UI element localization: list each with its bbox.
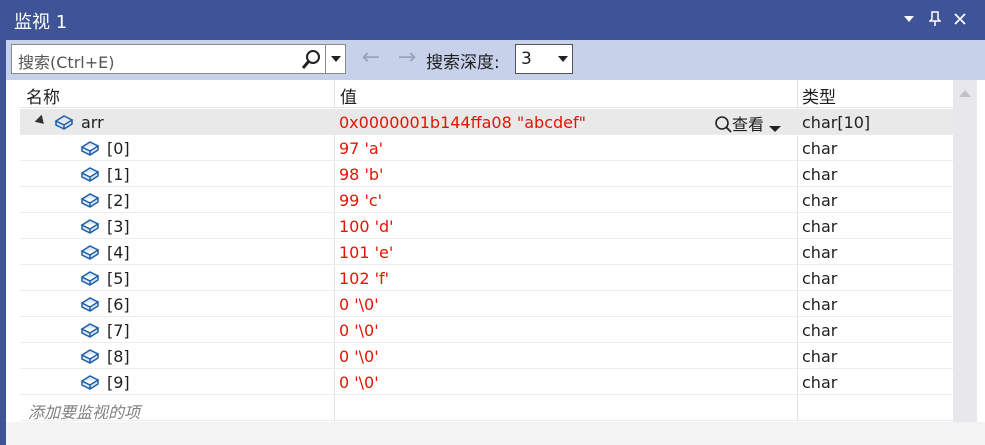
watch-type: char: [802, 269, 838, 288]
watch-name: [8]: [107, 347, 130, 366]
watch-name: [1]: [107, 165, 130, 184]
variable-icon: [80, 190, 100, 210]
add-watch-row[interactable]: 添加要监视的项: [20, 395, 953, 423]
search-depth-value: 3: [521, 49, 532, 69]
watch-grid: 名称 值 类型 arr 0x0000001b144ffa08 "abcdef" …: [20, 80, 953, 422]
watch-row-item[interactable]: [4] 101 'e' char: [20, 239, 953, 265]
variable-icon: [54, 112, 74, 132]
watch-type: char: [802, 191, 838, 210]
watch-type: char: [802, 217, 838, 236]
watch-type: char[10]: [802, 113, 871, 132]
watch-type: char: [802, 373, 838, 392]
search-box[interactable]: 搜索(Ctrl+E): [11, 44, 346, 74]
watch-name: [5]: [107, 269, 130, 288]
window-title: 监视 1: [14, 12, 68, 33]
add-watch-placeholder[interactable]: 添加要监视的项: [28, 399, 140, 423]
watch-value[interactable]: 102 'f': [339, 269, 389, 288]
watch-value[interactable]: 99 'c': [339, 191, 382, 210]
watch-name: [4]: [107, 243, 130, 262]
watch-type: char: [802, 321, 838, 340]
search-options-dropdown[interactable]: [325, 45, 345, 73]
grid-header: 名称 值 类型: [20, 80, 953, 108]
search-depth-label: 搜索深度:: [426, 53, 500, 73]
variable-icon: [80, 138, 100, 158]
watch-value[interactable]: 97 'a': [339, 139, 383, 158]
watch-value[interactable]: 0 '\0': [339, 347, 379, 366]
column-header-name[interactable]: 名称: [26, 83, 60, 108]
expand-collapse-icon[interactable]: [34, 114, 48, 128]
title-bar[interactable]: 监视 1: [6, 0, 985, 40]
watch-type: char: [802, 243, 838, 262]
watch-row-item[interactable]: [7] 0 '\0' char: [20, 317, 953, 343]
watch-type: char: [802, 347, 838, 366]
variable-icon: [80, 242, 100, 262]
viewer-button[interactable]: 查看: [714, 111, 782, 135]
forward-arrow-icon[interactable]: →: [394, 47, 420, 71]
viewer-label: 查看: [732, 115, 765, 134]
magnifier-icon: [715, 116, 732, 133]
watch-value[interactable]: 0 '\0': [339, 321, 379, 340]
column-header-type[interactable]: 类型: [802, 83, 836, 108]
search-icon[interactable]: [300, 49, 322, 71]
watch-type: char: [802, 295, 838, 314]
watch-window: 监视 1 搜索(Ctrl+E) ← → 搜索深度: 3 名称 值 类型 arr …: [0, 0, 985, 445]
chevron-down-icon: [558, 56, 568, 62]
watch-value[interactable]: 101 'e': [339, 243, 393, 262]
variable-icon: [80, 164, 100, 184]
watch-name: [9]: [107, 373, 130, 392]
variable-icon: [80, 372, 100, 392]
watch-row-item[interactable]: [1] 98 'b' char: [20, 161, 953, 187]
variable-icon: [80, 294, 100, 314]
chevron-down-icon: [769, 126, 782, 132]
watch-row-item[interactable]: [2] 99 'c' char: [20, 187, 953, 213]
watch-row-item[interactable]: [6] 0 '\0' char: [20, 291, 953, 317]
watch-value[interactable]: 0x0000001b144ffa08 "abcdef": [339, 113, 586, 132]
watch-name: [0]: [107, 139, 130, 158]
search-input[interactable]: 搜索(Ctrl+E): [18, 49, 298, 73]
watch-name: [7]: [107, 321, 130, 340]
watch-row-arr[interactable]: arr 0x0000001b144ffa08 "abcdef" 查看 char[…: [20, 109, 953, 135]
watch-toolbar: 搜索(Ctrl+E) ← → 搜索深度: 3: [6, 40, 985, 80]
watch-row-item[interactable]: [0] 97 'a' char: [20, 135, 953, 161]
watch-row-item[interactable]: [8] 0 '\0' char: [20, 343, 953, 369]
variable-icon: [80, 346, 100, 366]
watch-type: char: [802, 139, 838, 158]
column-header-value[interactable]: 值: [340, 83, 357, 108]
watch-value[interactable]: 100 'd': [339, 217, 394, 236]
watch-value[interactable]: 0 '\0': [339, 295, 379, 314]
variable-icon: [80, 320, 100, 340]
chevron-down-icon[interactable]: [899, 9, 919, 29]
vertical-scrollbar[interactable]: [953, 80, 977, 422]
watch-row-item[interactable]: [5] 102 'f' char: [20, 265, 953, 291]
watch-name: [3]: [107, 217, 130, 236]
watch-name: [2]: [107, 191, 130, 210]
back-arrow-icon[interactable]: ←: [358, 47, 384, 71]
search-depth-select[interactable]: 3: [515, 44, 573, 74]
scroll-up-icon[interactable]: [959, 90, 971, 97]
bottom-strip: [6, 422, 985, 445]
watch-name: [6]: [107, 295, 130, 314]
watch-value[interactable]: 98 'b': [339, 165, 383, 184]
watch-row-item[interactable]: [9] 0 '\0' char: [20, 369, 953, 395]
variable-icon: [80, 216, 100, 236]
close-icon[interactable]: [950, 9, 970, 29]
variable-icon: [80, 268, 100, 288]
pin-icon[interactable]: [925, 9, 945, 29]
watch-type: char: [802, 165, 838, 184]
watch-row-item[interactable]: [3] 100 'd' char: [20, 213, 953, 239]
watch-name: arr: [81, 113, 104, 132]
watch-value[interactable]: 0 '\0': [339, 373, 379, 392]
